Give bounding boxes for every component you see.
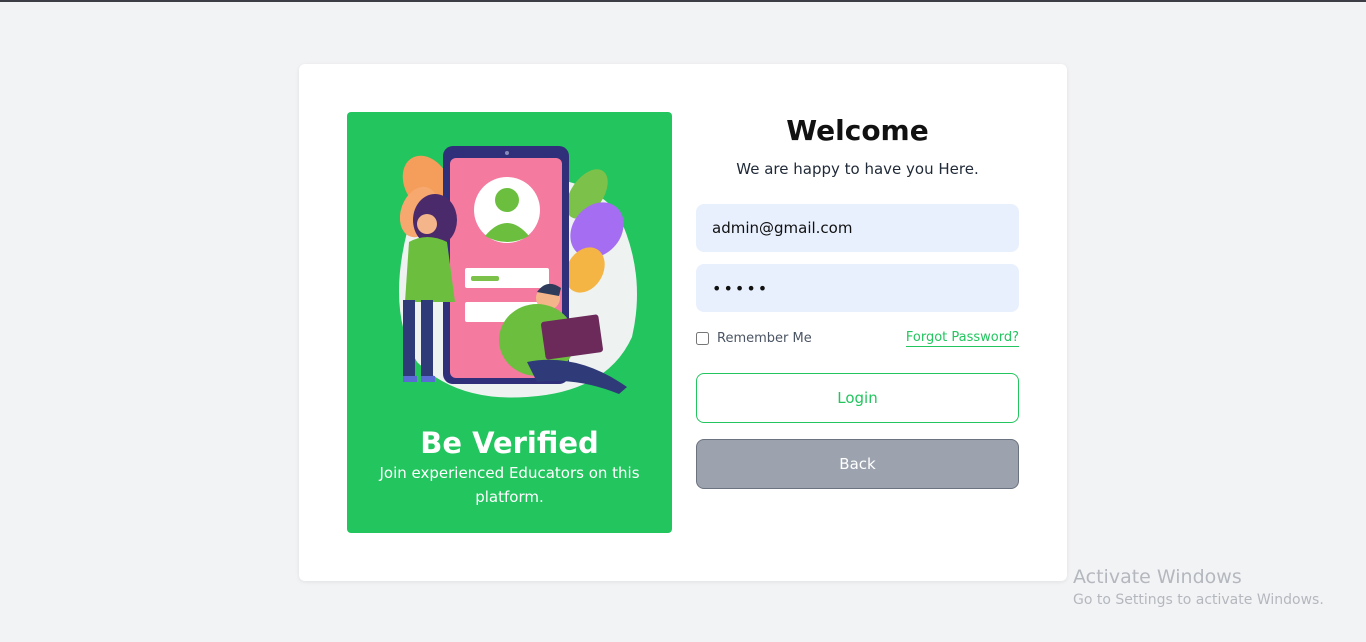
- promo-title: Be Verified: [420, 426, 599, 460]
- remember-me[interactable]: Remember Me: [696, 331, 812, 346]
- remember-me-label: Remember Me: [717, 331, 812, 346]
- promo-panel: Be Verified Join experienced Educators o…: [347, 112, 672, 533]
- page-title: Welcome: [786, 114, 929, 147]
- forgot-password-link[interactable]: Forgot Password?: [905, 330, 1019, 347]
- watermark-title: Activate Windows: [1073, 566, 1242, 588]
- verification-illustration: [399, 146, 637, 398]
- password-field[interactable]: [696, 264, 1019, 312]
- laptop-icon: [541, 314, 603, 360]
- watermark-subtitle: Go to Settings to activate Windows.: [1073, 592, 1324, 608]
- login-button[interactable]: Login: [696, 373, 1019, 423]
- activation-watermark: Activate Windows Go to Settings to activ…: [1073, 566, 1324, 608]
- welcome-tagline: We are happy to have you Here.: [736, 160, 979, 178]
- promo-subtitle: Join experienced Educators on this platf…: [379, 464, 640, 506]
- login-card: Be Verified Join experienced Educators o…: [299, 64, 1067, 581]
- remember-me-checkbox[interactable]: [696, 332, 709, 345]
- back-button[interactable]: Back: [696, 439, 1019, 489]
- email-field[interactable]: [696, 204, 1019, 252]
